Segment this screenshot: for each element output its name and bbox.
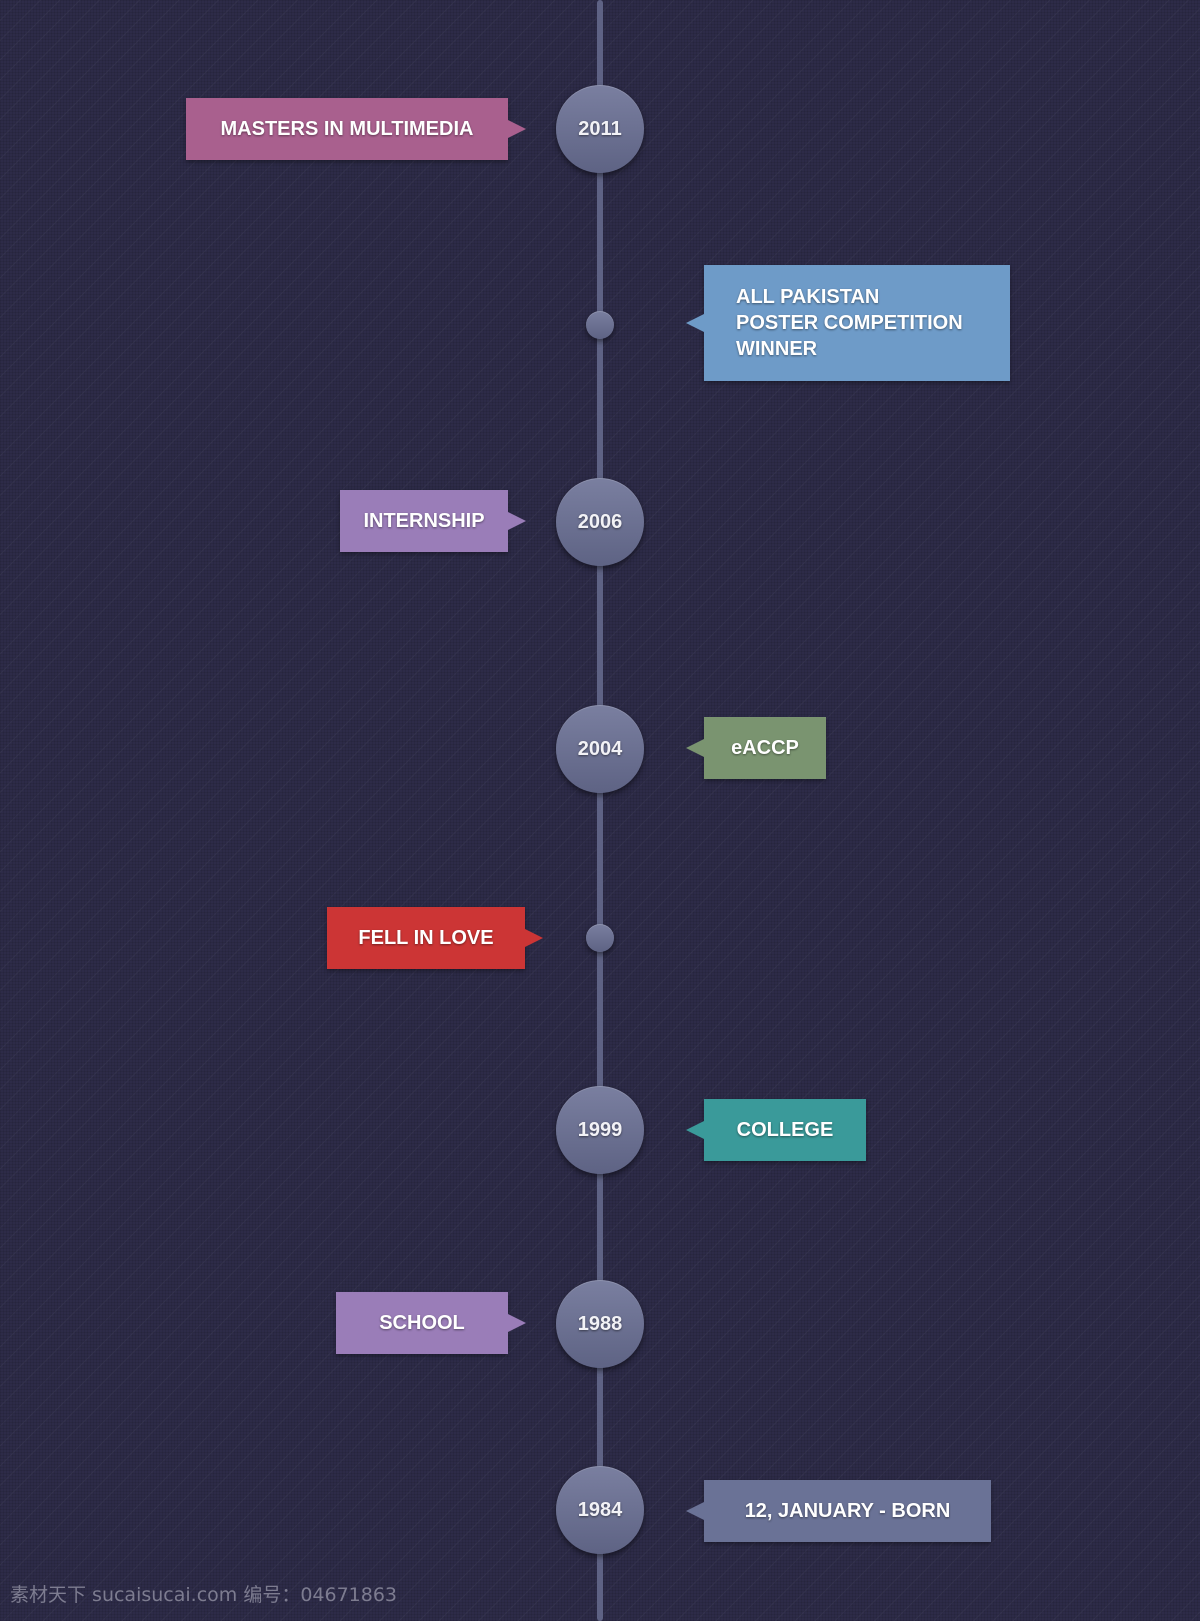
watermark-text: 素材天下 sucaisucai.com 编号：04671863 — [10, 1584, 398, 1606]
event-dot-poster — [586, 311, 614, 339]
event-label-eaccp: eACCP — [686, 717, 826, 779]
year-node-2011: 2011 — [556, 85, 644, 173]
year-node-1999: 1999 — [556, 1086, 644, 1174]
event-label-fell-in-love: FELL IN LOVE — [327, 907, 543, 969]
year-node-1984: 1984 — [556, 1466, 644, 1554]
event-label-school: SCHOOL — [336, 1292, 526, 1354]
event-label-internship: INTERNSHIP — [340, 490, 526, 552]
year-node-2006: 2006 — [556, 478, 644, 566]
event-label-born: 12, JANUARY - BORN — [686, 1480, 991, 1542]
event-label-poster-competition: ALL PAKISTAN POSTER COMPETITION WINNER — [686, 265, 1010, 381]
year-node-2004: 2004 — [556, 705, 644, 793]
event-label-masters: MASTERS IN MULTIMEDIA — [186, 98, 526, 160]
event-label-college: COLLEGE — [686, 1099, 866, 1161]
event-dot-love — [586, 924, 614, 952]
year-node-1988: 1988 — [556, 1280, 644, 1368]
timeline-axis — [597, 0, 603, 1621]
